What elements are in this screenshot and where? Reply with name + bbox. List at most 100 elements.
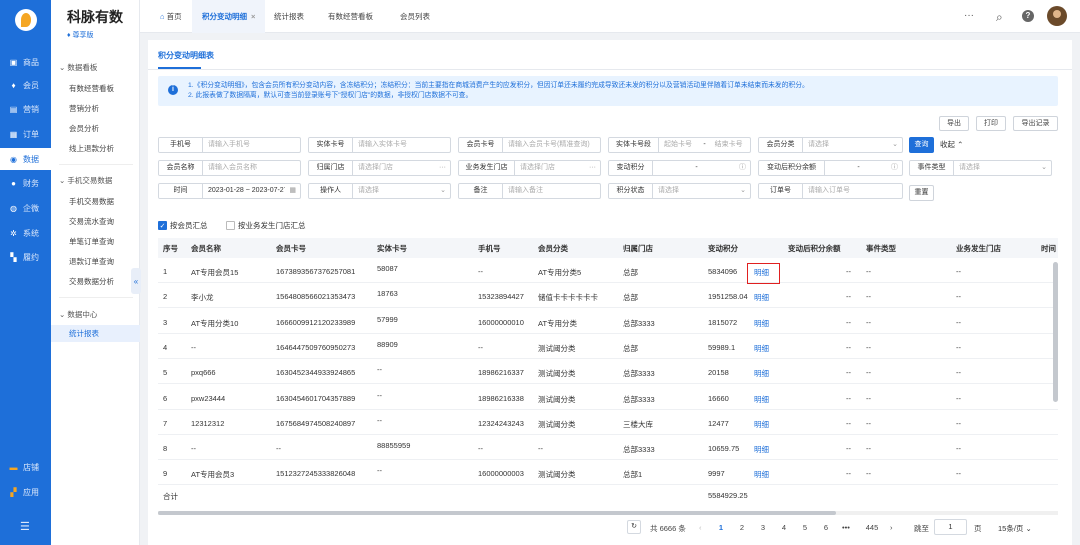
table-cell: 59989.1 bbox=[708, 342, 736, 352]
phone-filter[interactable]: 手机号 请输入手机号 bbox=[158, 137, 301, 153]
link-stat-report[interactable]: 统计报表 bbox=[51, 325, 140, 342]
store-select[interactable]: 归属门店 请选择门店 ··· bbox=[308, 160, 451, 176]
nav-item-order[interactable]: ▦ 订单 bbox=[0, 123, 51, 145]
page-445[interactable]: 445 bbox=[862, 523, 882, 532]
card-range-filter[interactable]: 实体卡号段 起始卡号 - 结束卡号 bbox=[608, 137, 751, 153]
link-trade-analysis[interactable]: 交易数据分析 bbox=[69, 276, 114, 287]
reset-button[interactable]: 重置 bbox=[909, 185, 934, 201]
nav-item-data[interactable]: ◉ 数据 bbox=[0, 148, 51, 170]
page-size-select[interactable]: 15条/页 ⌄ bbox=[998, 523, 1032, 534]
menu-toggle-icon[interactable]: ☰ bbox=[0, 515, 51, 537]
detail-link[interactable]: 明细 bbox=[754, 292, 769, 303]
tab-youshu-board[interactable]: 有数经营看板 bbox=[318, 0, 383, 33]
detail-link[interactable]: 明细 bbox=[754, 343, 769, 354]
table-cell: 1666009912120233989 bbox=[276, 317, 356, 327]
wecom-icon: ◍ bbox=[10, 203, 17, 213]
nav-item-finance[interactable]: ● 财务 bbox=[0, 172, 51, 194]
time-range-picker[interactable]: 时间 2023-01-28 ~ 2023-07-27 ▦ bbox=[158, 183, 301, 199]
divider bbox=[59, 164, 133, 165]
by-store-checkbox[interactable]: 按业务发生门店汇总 bbox=[226, 220, 306, 231]
change-points-range[interactable]: 变动积分 - ⓘ bbox=[608, 160, 751, 176]
nav-item-apps[interactable]: ▞ 应用 bbox=[0, 481, 51, 503]
close-icon[interactable]: × bbox=[251, 12, 255, 21]
group-dashboard[interactable]: ⌄ 数据看板 bbox=[59, 62, 97, 73]
query-button[interactable]: 查询 bbox=[909, 137, 934, 153]
app-logo[interactable] bbox=[14, 9, 37, 31]
points-state-select[interactable]: 积分状态 请选择 ⌄ bbox=[608, 183, 751, 199]
link-flow-query[interactable]: 交易流水查询 bbox=[69, 216, 114, 227]
help-icon[interactable]: ? bbox=[1022, 10, 1034, 22]
by-member-checkbox[interactable]: ✓ 按会员汇总 bbox=[158, 220, 208, 231]
collapse-sidebar-icon[interactable]: « bbox=[131, 268, 141, 294]
after-points-range[interactable]: 变动后积分余额 - ⓘ bbox=[758, 160, 903, 176]
table-cell: 总部 bbox=[623, 268, 638, 277]
page-jump-input[interactable]: 1 bbox=[934, 519, 967, 535]
tab-home[interactable]: ⌂ 首页 bbox=[150, 0, 192, 33]
more-icon: ··· bbox=[439, 164, 446, 171]
next-page-icon[interactable]: › bbox=[890, 523, 893, 532]
member-card-filter[interactable]: 会员卡号 请输入会员卡号(精准查询) bbox=[458, 137, 601, 153]
link-marketing-analysis[interactable]: 营销分析 bbox=[69, 103, 99, 114]
table-cell: -- bbox=[866, 444, 871, 454]
print-button[interactable]: 打印 bbox=[976, 116, 1006, 131]
operator-select[interactable]: 操作人 请选择 ⌄ bbox=[308, 183, 451, 199]
link-member-analysis[interactable]: 会员分析 bbox=[69, 123, 99, 134]
biz-store-select[interactable]: 业务发生门店 请选择门店 ··· bbox=[458, 160, 601, 176]
nav-item-system[interactable]: ✲ 系统 bbox=[0, 222, 51, 244]
table-cell: 9 bbox=[163, 469, 168, 479]
prev-page-icon[interactable]: ‹ bbox=[699, 523, 702, 532]
nav-item-marketing[interactable]: ▤ 营销 bbox=[0, 98, 51, 120]
detail-link[interactable]: 明细 bbox=[754, 318, 769, 329]
more-icon[interactable]: ··· bbox=[964, 10, 974, 21]
table-cell: 9997 bbox=[708, 469, 725, 479]
link-refund-query[interactable]: 退款订单查询 bbox=[69, 256, 114, 267]
nav-item-member[interactable]: ♦ 会员 bbox=[0, 74, 51, 96]
tab-stat-report[interactable]: 统计报表 bbox=[264, 0, 314, 33]
order-filter[interactable]: 订单号 请输入订单号 bbox=[758, 183, 903, 199]
page-3[interactable]: 3 bbox=[757, 523, 769, 532]
page-2[interactable]: 2 bbox=[736, 523, 748, 532]
refresh-icon[interactable]: ↻ bbox=[627, 520, 641, 534]
member-type-select[interactable]: 会员分类 请选择 ⌄ bbox=[758, 137, 903, 153]
nav-item-goods[interactable]: ▣ 商品 bbox=[0, 51, 51, 73]
avatar[interactable] bbox=[1047, 6, 1067, 26]
tab-member-list[interactable]: 会员列表 bbox=[390, 0, 440, 33]
page-1[interactable]: 1 bbox=[715, 523, 727, 532]
remark-filter[interactable]: 备注 请输入备注 bbox=[458, 183, 601, 199]
page-4[interactable]: 4 bbox=[778, 523, 790, 532]
detail-link[interactable]: 明细 bbox=[754, 444, 769, 455]
link-trade-data[interactable]: 手机交易数据 bbox=[69, 196, 114, 207]
card-filter[interactable]: 实体卡号 请输入实体卡号 bbox=[308, 137, 451, 153]
nav-item-wecom[interactable]: ◍ 企微 bbox=[0, 197, 51, 219]
horizontal-scrollbar[interactable] bbox=[158, 511, 1058, 515]
page-5[interactable]: 5 bbox=[799, 523, 811, 532]
nav-item-fulfil[interactable]: ▚ 履约 bbox=[0, 246, 51, 268]
group-data-center[interactable]: ⌄ 数据中心 bbox=[59, 309, 97, 320]
fold-button[interactable]: 收起 ⌃ bbox=[940, 137, 963, 153]
group-trade[interactable]: ⌄ 手机交易数据 bbox=[59, 175, 112, 186]
tab-points-detail[interactable]: 积分变动明细 × bbox=[192, 0, 266, 33]
table-cell: -- bbox=[846, 267, 851, 276]
link-order-query[interactable]: 单笔订单查询 bbox=[69, 236, 114, 247]
nav-item-store[interactable]: ▬ 店铺 bbox=[0, 456, 51, 478]
export-record-button[interactable]: 导出记录 bbox=[1013, 116, 1058, 131]
table-cell: 5 bbox=[163, 368, 168, 378]
fulfil-icon: ▚ bbox=[10, 252, 17, 262]
detail-link[interactable]: 明细 bbox=[754, 368, 769, 379]
link-youshu-board[interactable]: 有数经营看板 bbox=[69, 83, 114, 94]
export-button[interactable]: 导出 bbox=[939, 116, 969, 131]
event-type-select[interactable]: 事件类型 请选择 ⌄ bbox=[909, 160, 1052, 176]
detail-link[interactable]: 明细 bbox=[754, 419, 769, 430]
chevron-down-icon: ⌄ bbox=[1041, 164, 1047, 171]
vertical-scrollbar[interactable] bbox=[1053, 262, 1058, 402]
name-filter[interactable]: 会员名称 请输入会员名称 bbox=[158, 160, 301, 176]
link-refund-analysis[interactable]: 线上退款分析 bbox=[69, 143, 114, 154]
page-6[interactable]: 6 bbox=[820, 523, 832, 532]
table-cell: 12312312 bbox=[191, 418, 225, 428]
page-ellipsis[interactable]: ••• bbox=[840, 523, 852, 532]
info-icon: i bbox=[168, 85, 178, 95]
detail-link[interactable]: 明细 bbox=[754, 394, 769, 405]
search-icon[interactable]: ⌕ bbox=[996, 10, 1003, 25]
divider bbox=[148, 69, 1072, 70]
detail-link[interactable]: 明细 bbox=[754, 469, 769, 480]
